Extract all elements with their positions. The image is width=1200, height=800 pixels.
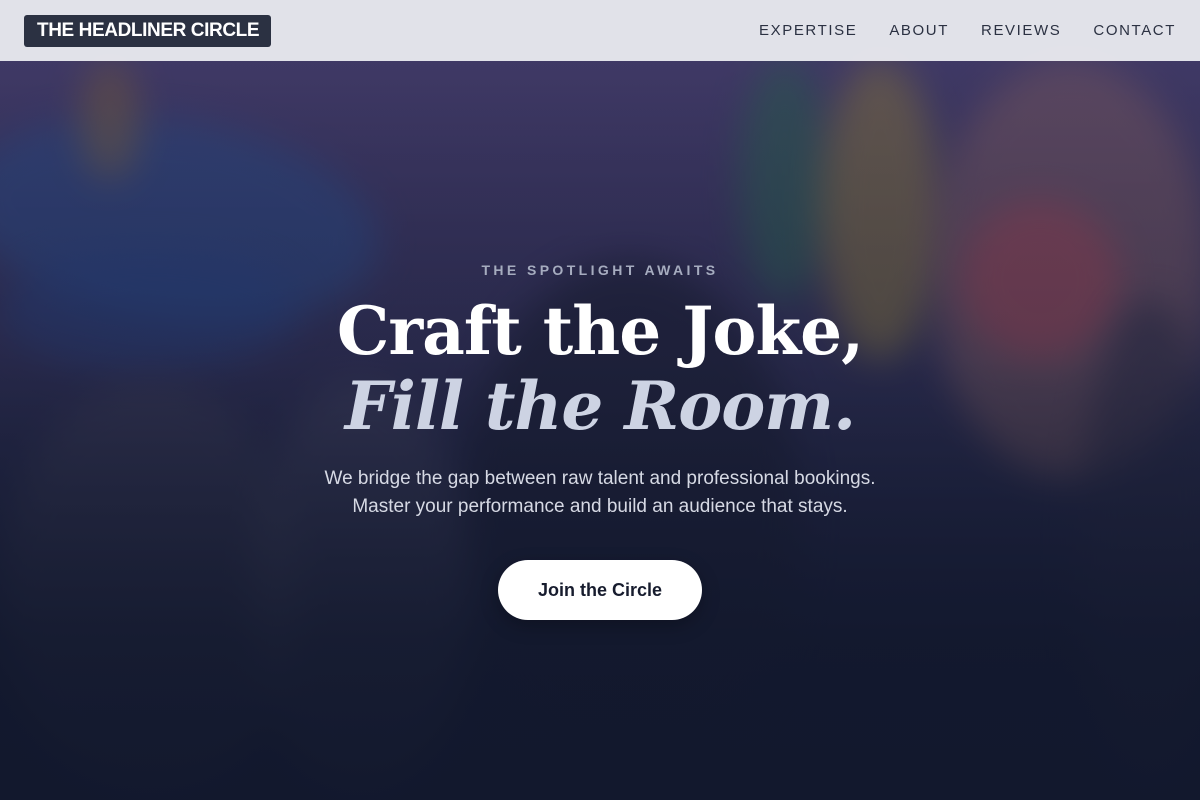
top-navbar: THE HEADLINER CIRCLE EXPERTISE ABOUT REV… — [0, 0, 1200, 61]
hero-section: THE SPOTLIGHT AWAITS Craft the Joke, Fil… — [0, 0, 1200, 800]
nav-link-contact[interactable]: CONTACT — [1093, 22, 1176, 39]
join-circle-button[interactable]: Join the Circle — [498, 560, 702, 620]
hero-eyebrow: THE SPOTLIGHT AWAITS — [481, 262, 719, 278]
hero-subtext: We bridge the gap between raw talent and… — [0, 465, 1200, 521]
hero-subtext-line2: Master your performance and build an aud… — [352, 496, 848, 517]
site-logo[interactable]: THE HEADLINER CIRCLE — [24, 14, 272, 47]
hero-headline-line1: Craft the Joke, — [336, 292, 864, 370]
nav-link-about[interactable]: ABOUT — [889, 22, 949, 39]
nav-links: EXPERTISE ABOUT REVIEWS CONTACT — [727, 22, 1176, 39]
nav-link-reviews[interactable]: REVIEWS — [981, 22, 1061, 39]
nav-link-expertise[interactable]: EXPERTISE — [759, 22, 857, 39]
hero-headline-line2: Fill the Room. — [344, 367, 856, 445]
hero-subtext-line1: We bridge the gap between raw talent and… — [324, 468, 876, 489]
